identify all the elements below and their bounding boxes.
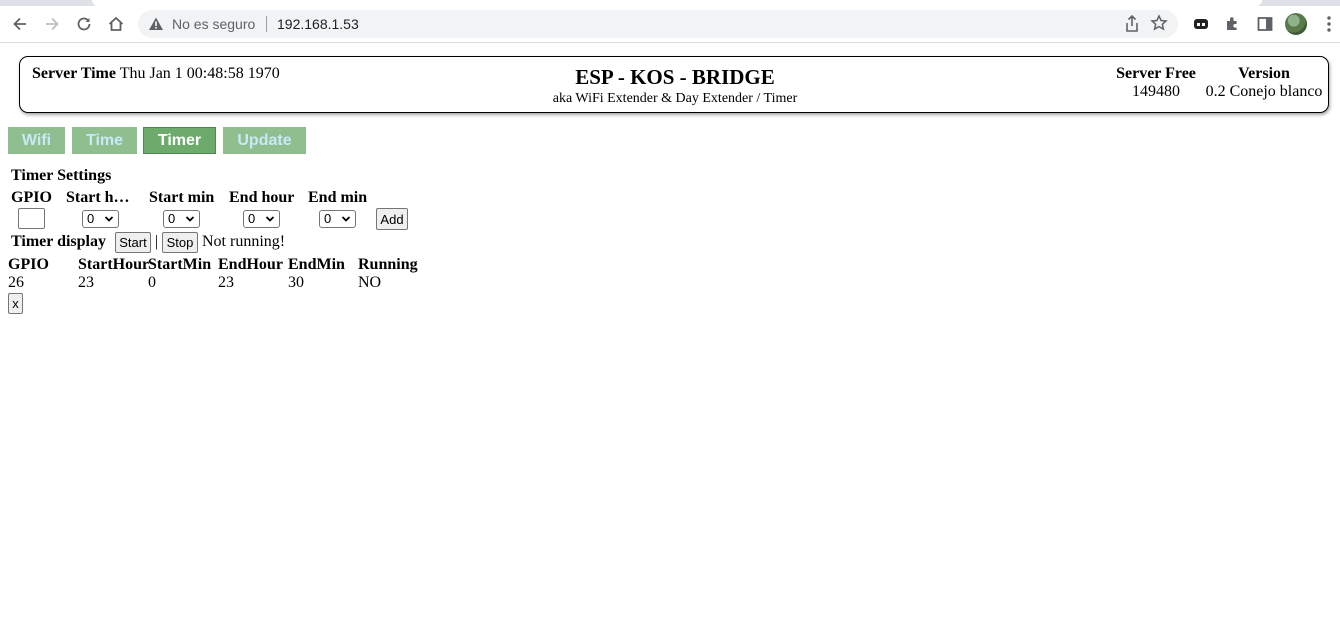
back-icon[interactable] bbox=[7, 11, 33, 37]
start-min-value: 0 bbox=[168, 211, 176, 226]
extension-icon[interactable] bbox=[1188, 11, 1214, 37]
chevron-down-icon bbox=[104, 212, 114, 229]
version: Version 0.2 Conejo blanco bbox=[1204, 65, 1324, 101]
table-cell-endhour: 23 bbox=[218, 274, 234, 291]
table-cell-endmin: 30 bbox=[288, 274, 304, 291]
reload-icon[interactable] bbox=[71, 11, 97, 37]
gpio-input[interactable] bbox=[18, 208, 45, 229]
table-cell-starthour: 23 bbox=[78, 274, 94, 291]
table-header-running: Running bbox=[358, 256, 418, 273]
add-button[interactable]: Add bbox=[376, 208, 408, 230]
page-header: Server Time Thu Jan 1 00:48:58 1970 ESP … bbox=[19, 56, 1329, 113]
separator: | bbox=[155, 233, 159, 250]
server-time-value: Thu Jan 1 00:48:58 1970 bbox=[119, 65, 280, 82]
version-label: Version bbox=[1238, 65, 1290, 82]
chevron-down-icon bbox=[265, 212, 275, 229]
timer-display-label: Timer display bbox=[11, 233, 106, 250]
timer-status: Not running! bbox=[202, 233, 286, 250]
gpio-column-label: GPIO bbox=[11, 189, 52, 206]
chevron-down-icon bbox=[341, 212, 351, 229]
server-free-value: 149480 bbox=[1132, 83, 1180, 100]
page-title: ESP - KOS - BRIDGE bbox=[575, 65, 775, 89]
start-min-column-label: Start min bbox=[149, 189, 215, 206]
server-time: Server Time Thu Jan 1 00:48:58 1970 bbox=[32, 65, 280, 83]
server-time-label: Server Time bbox=[32, 65, 116, 82]
end-min-select[interactable]: 0 bbox=[319, 210, 356, 228]
url-text[interactable]: 192.168.1.53 bbox=[277, 16, 359, 32]
start-button[interactable]: Start bbox=[115, 232, 151, 253]
stop-button[interactable]: Stop bbox=[162, 232, 198, 253]
end-min-value: 0 bbox=[324, 211, 332, 226]
extensions-puzzle-icon[interactable] bbox=[1220, 11, 1246, 37]
end-hour-value: 0 bbox=[248, 211, 256, 226]
start-hour-select[interactable]: 0 bbox=[82, 210, 119, 228]
timer-settings-title: Timer Settings bbox=[11, 167, 112, 184]
start-hour-column-label: Start h… bbox=[66, 189, 130, 206]
warning-icon[interactable] bbox=[148, 16, 164, 35]
tab-update[interactable]: Update bbox=[223, 127, 306, 154]
server-free: Server Free 149480 bbox=[1116, 65, 1196, 101]
table-cell-startmin: 0 bbox=[148, 274, 156, 291]
browser-toolbar: No es seguro 192.168.1.53 bbox=[0, 6, 1340, 43]
table-header-startmin: StartMin bbox=[148, 256, 212, 273]
page-subtitle: aka WiFi Extender & Day Extender / Timer bbox=[552, 91, 798, 106]
table-header-gpio: GPIO bbox=[8, 256, 49, 273]
end-hour-select[interactable]: 0 bbox=[243, 210, 280, 228]
address-bar[interactable]: No es seguro 192.168.1.53 bbox=[138, 10, 1178, 38]
title-block: ESP - KOS - BRIDGE aka WiFi Extender & D… bbox=[520, 65, 830, 107]
security-label[interactable]: No es seguro bbox=[172, 16, 255, 32]
server-free-label: Server Free bbox=[1116, 65, 1196, 82]
tab-timer[interactable]: Timer bbox=[143, 127, 216, 154]
chevron-down-icon bbox=[185, 212, 195, 229]
tab-wifi[interactable]: Wifi bbox=[8, 127, 65, 154]
table-header-starthour: StartHour bbox=[78, 256, 150, 273]
table-cell-gpio: 26 bbox=[8, 274, 24, 291]
end-hour-column-label: End hour bbox=[229, 189, 295, 206]
table-cell-running: NO bbox=[358, 274, 382, 291]
table-header-endmin: EndMin bbox=[288, 256, 345, 273]
tab-time[interactable]: Time bbox=[72, 127, 137, 154]
start-hour-value: 0 bbox=[87, 211, 95, 226]
bookmark-star-icon[interactable] bbox=[1150, 14, 1168, 35]
menu-kebab-icon[interactable] bbox=[1316, 11, 1340, 37]
profile-avatar[interactable] bbox=[1285, 13, 1307, 35]
home-icon[interactable] bbox=[103, 11, 129, 37]
side-panel-icon[interactable] bbox=[1252, 11, 1278, 37]
table-header-endhour: EndHour bbox=[218, 256, 283, 273]
omnibox-divider bbox=[266, 16, 267, 32]
forward-icon[interactable] bbox=[39, 11, 65, 37]
delete-timer-button[interactable]: x bbox=[8, 293, 23, 314]
version-value: 0.2 Conejo blanco bbox=[1205, 83, 1323, 100]
share-icon[interactable] bbox=[1124, 14, 1140, 36]
end-min-column-label: End min bbox=[308, 189, 368, 206]
start-min-select[interactable]: 0 bbox=[163, 210, 200, 228]
